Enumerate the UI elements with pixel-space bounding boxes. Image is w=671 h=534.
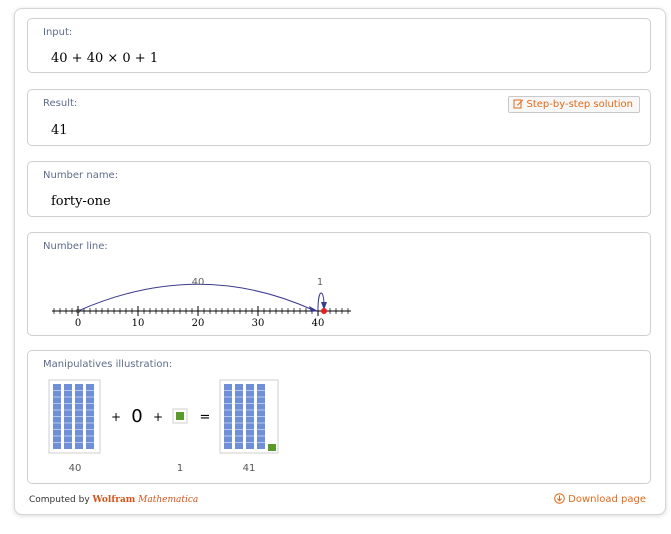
input-pod: Input: 40 + 40 × 0 + 1 [27, 18, 651, 73]
result-pod-title: Result: [43, 98, 78, 109]
tick-label-20: 20 [192, 318, 205, 329]
number-line-pod: Number line: 0 10 20 30 40 40 1 [27, 232, 651, 336]
equals-sign: = [200, 410, 211, 425]
manip-label-1: 1 [177, 463, 183, 474]
input-pod-title: Input: [43, 27, 73, 38]
computed-by-text: Computed by [29, 495, 90, 505]
arc-label-40: 40 [192, 277, 205, 288]
step-by-step-label: Step-by-step solution [526, 99, 633, 110]
result-marker [321, 308, 327, 314]
plus-sign-1: + [111, 410, 121, 424]
wolfram-link[interactable]: Wolfram [93, 495, 136, 505]
download-page-label: Download page [568, 494, 646, 505]
tick-label-0: 0 [75, 318, 81, 329]
mathematica-link[interactable]: Mathematica [138, 495, 198, 505]
tick-label-30: 30 [252, 318, 265, 329]
number-name-pod: Number name: forty-one [27, 161, 651, 217]
arc-40 [77, 283, 314, 312]
unit-cube-1 [176, 412, 184, 420]
number-name-pod-title: Number name: [43, 170, 119, 181]
arc-label-1: 1 [317, 277, 323, 288]
result-value: 41 [51, 123, 68, 138]
download-page-link[interactable]: Download page [554, 493, 646, 505]
manip-label-41: 41 [243, 463, 256, 474]
tick-label-10: 10 [132, 318, 145, 329]
unit-cube-41 [268, 444, 276, 451]
manipulatives-pod: Manipulatives illustration: + 0 + = 40 1… [27, 350, 651, 484]
plus-sign-2: + [153, 410, 163, 424]
download-icon [554, 493, 565, 504]
number-name-value: forty-one [51, 194, 111, 209]
edit-icon [513, 99, 523, 109]
start-dot [76, 309, 80, 313]
zero-symbol: 0 [131, 406, 142, 427]
manip-label-40: 40 [69, 463, 82, 474]
result-pod: Result: Step-by-step solution 41 [27, 89, 651, 146]
tick-label-40: 40 [312, 318, 325, 329]
input-expression: 40 + 40 × 0 + 1 [51, 51, 159, 66]
manipulatives-graphic: + 0 + = 40 1 41 [48, 379, 279, 474]
step-by-step-button[interactable]: Step-by-step solution [507, 96, 640, 113]
computed-by-credit: Computed by Wolfram Mathematica [29, 495, 198, 505]
number-line-graphic: 0 10 20 30 40 40 1 [52, 277, 351, 329]
